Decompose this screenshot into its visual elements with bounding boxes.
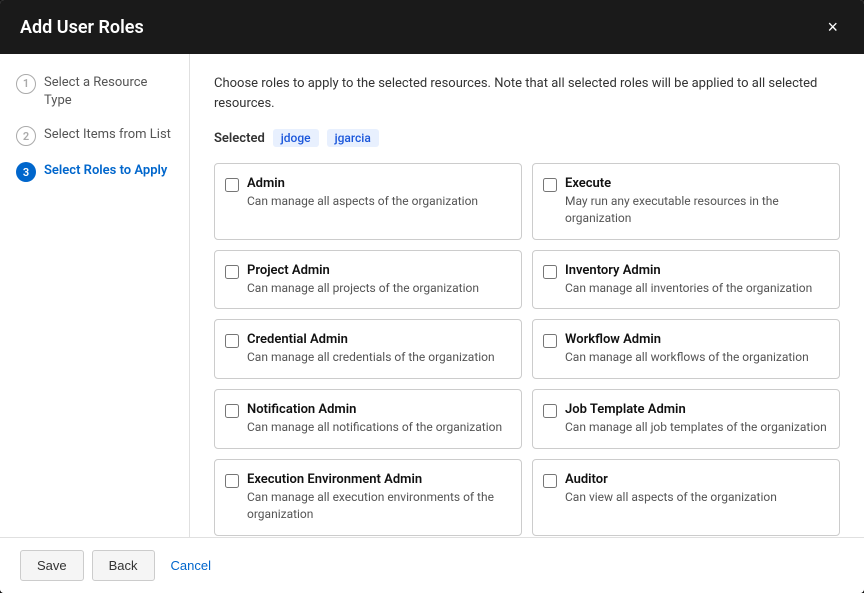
role-checkbox-job-template-admin[interactable] (543, 404, 557, 418)
role-checkbox-project-admin[interactable] (225, 265, 239, 279)
role-card-admin: Admin Can manage all aspects of the organ… (214, 163, 522, 240)
modal-footer: Save Back Cancel (0, 537, 864, 593)
role-description: Can manage all aspects of the organizati… (247, 193, 478, 210)
role-checkbox-auditor[interactable] (543, 474, 557, 488)
selected-label: Selected (214, 131, 265, 146)
role-checkbox-execution-environment-admin[interactable] (225, 474, 239, 488)
role-description: Can manage all workflows of the organiza… (565, 349, 809, 366)
role-description: Can manage all execution environments of… (247, 489, 509, 523)
content-area: Choose roles to apply to the selected re… (190, 54, 864, 537)
sidebar-item-label-3: Select Roles to Apply (44, 162, 167, 180)
role-name: Execution Environment Admin (247, 472, 509, 487)
tag-jgarcia: jgarcia (327, 129, 379, 147)
modal-header: Add User Roles × (0, 0, 864, 54)
close-button[interactable]: × (821, 16, 844, 38)
sidebar: 1 Select a Resource Type 2 Select Items … (0, 54, 190, 537)
tag-jdoge: jdoge (273, 129, 319, 147)
modal-body: 1 Select a Resource Type 2 Select Items … (0, 54, 864, 537)
role-card-workflow-admin: Workflow Admin Can manage all workflows o… (532, 319, 840, 379)
step-number-2: 2 (16, 126, 36, 146)
role-name: Credential Admin (247, 332, 495, 347)
sidebar-item-select-items[interactable]: 2 Select Items from List (16, 126, 173, 146)
role-card-project-admin: Project Admin Can manage all projects of … (214, 250, 522, 310)
role-name: Admin (247, 176, 478, 191)
sidebar-item-label-2: Select Items from List (44, 126, 171, 144)
modal-overlay: Add User Roles × 1 Select a Resource Typ… (0, 0, 864, 593)
role-card-inventory-admin: Inventory Admin Can manage all inventorie… (532, 250, 840, 310)
selected-bar: Selected jdoge jgarcia (214, 129, 840, 147)
role-checkbox-admin[interactable] (225, 178, 239, 192)
role-card-execute: Execute May run any executable resources … (532, 163, 840, 240)
role-checkbox-credential-admin[interactable] (225, 334, 239, 348)
role-description: Can manage all job templates of the orga… (565, 419, 827, 436)
role-card-job-template-admin: Job Template Admin Can manage all job tem… (532, 389, 840, 449)
sidebar-item-select-roles[interactable]: 3 Select Roles to Apply (16, 162, 173, 182)
role-card-credential-admin: Credential Admin Can manage all credentia… (214, 319, 522, 379)
role-name: Inventory Admin (565, 263, 812, 278)
sidebar-item-resource-type[interactable]: 1 Select a Resource Type (16, 74, 173, 110)
back-button[interactable]: Back (92, 550, 155, 581)
role-name: Auditor (565, 472, 777, 487)
sidebar-item-label-1: Select a Resource Type (44, 74, 173, 110)
content-description: Choose roles to apply to the selected re… (214, 74, 840, 113)
role-description: Can manage all projects of the organizat… (247, 280, 479, 297)
step-number-3: 3 (16, 162, 36, 182)
role-name: Workflow Admin (565, 332, 809, 347)
role-card-auditor: Auditor Can view all aspects of the organ… (532, 459, 840, 536)
role-description: Can manage all inventories of the organi… (565, 280, 812, 297)
role-checkbox-inventory-admin[interactable] (543, 265, 557, 279)
role-card-execution-environment-admin: Execution Environment Admin Can manage al… (214, 459, 522, 536)
role-checkbox-workflow-admin[interactable] (543, 334, 557, 348)
roles-grid: Admin Can manage all aspects of the organ… (214, 163, 840, 536)
cancel-button[interactable]: Cancel (163, 550, 219, 581)
role-checkbox-notification-admin[interactable] (225, 404, 239, 418)
role-name: Execute (565, 176, 827, 191)
role-name: Notification Admin (247, 402, 502, 417)
role-description: Can manage all credentials of the organi… (247, 349, 495, 366)
role-description: Can view all aspects of the organization (565, 489, 777, 506)
role-name: Job Template Admin (565, 402, 827, 417)
role-description: Can manage all notifications of the orga… (247, 419, 502, 436)
role-checkbox-execute[interactable] (543, 178, 557, 192)
save-button[interactable]: Save (20, 550, 84, 581)
modal: Add User Roles × 1 Select a Resource Typ… (0, 0, 864, 593)
role-name: Project Admin (247, 263, 479, 278)
step-number-1: 1 (16, 74, 36, 94)
role-card-notification-admin: Notification Admin Can manage all notific… (214, 389, 522, 449)
modal-title: Add User Roles (20, 17, 144, 38)
role-description: May run any executable resources in the … (565, 193, 827, 227)
